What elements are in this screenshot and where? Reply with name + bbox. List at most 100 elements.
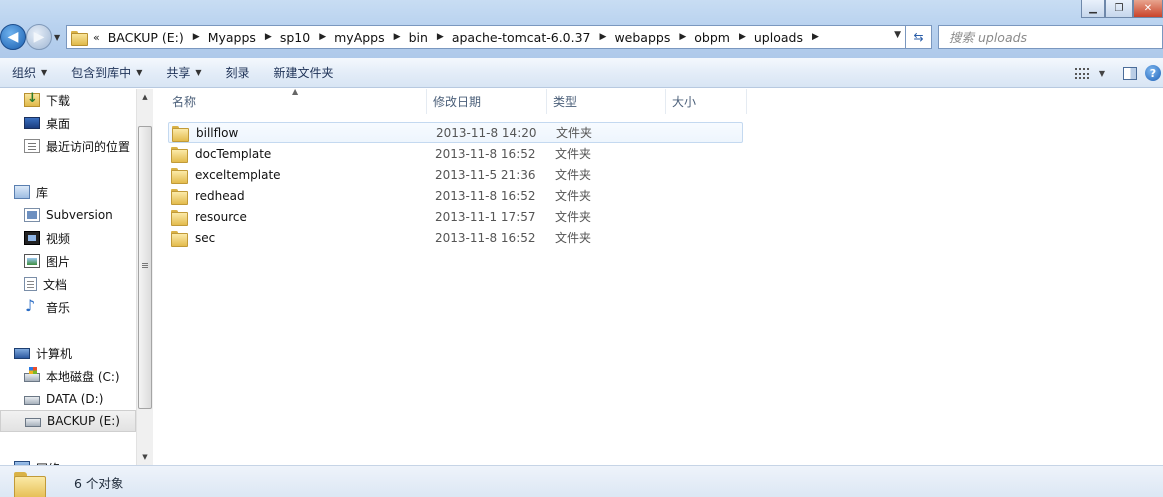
scroll-thumb[interactable]	[138, 126, 152, 409]
close-button[interactable]: ✕	[1133, 0, 1163, 18]
status-bar: 6 个对象	[0, 465, 1163, 497]
file-type: 文件夹	[555, 147, 592, 161]
folder-icon	[171, 146, 188, 163]
preview-pane-button[interactable]	[1117, 62, 1143, 84]
drive-icon	[24, 396, 40, 405]
breadcrumb-item[interactable]: sp10	[280, 30, 310, 45]
refresh-button[interactable]: ⇆	[906, 25, 932, 49]
navigation-pane: 下载 桌面 最近访问的位置 库 Subversion 视频 图片 文档 音乐 计…	[0, 89, 153, 465]
chevron-right-icon[interactable]: ▶	[193, 32, 200, 42]
scroll-down-button[interactable]: ▼	[137, 449, 153, 465]
maximize-button[interactable]: ❐	[1105, 0, 1133, 18]
breadcrumb-item[interactable]: uploads	[754, 30, 803, 45]
address-history-dropdown[interactable]: ▼	[894, 30, 901, 40]
pictures-icon	[24, 254, 40, 268]
view-details-icon	[1075, 67, 1089, 79]
help-button[interactable]: ?	[1143, 62, 1163, 84]
column-headers: ▲ 名称 修改日期 类型 大小	[154, 87, 747, 114]
column-header-type[interactable]: 类型	[547, 89, 666, 114]
nav-item-downloads[interactable]: 下载	[0, 89, 136, 111]
breadcrumb-item[interactable]: obpm	[694, 30, 730, 45]
minimize-button[interactable]: ▁	[1081, 0, 1105, 18]
breadcrumb-item[interactable]: webapps	[614, 30, 670, 45]
chevron-right-icon[interactable]: ▶	[437, 32, 444, 42]
subversion-icon	[24, 208, 40, 222]
burn-button[interactable]: 刻录	[214, 58, 262, 87]
nav-item-libraries[interactable]: 库	[0, 181, 136, 203]
folder-icon	[14, 472, 46, 497]
nav-item-videos[interactable]: 视频	[0, 227, 136, 249]
breadcrumb-item[interactable]: myApps	[334, 30, 385, 45]
chevron-right-icon[interactable]: ▶	[812, 32, 819, 42]
toolbar-right-group: ▼ ?	[1069, 58, 1163, 88]
nav-item-drive-c[interactable]: 本地磁盘 (C:)	[0, 365, 136, 387]
organize-label: 组织	[12, 66, 37, 80]
breadcrumb-item[interactable]: BACKUP (E:)	[108, 30, 184, 45]
column-header-label: 大小	[672, 95, 697, 109]
change-view-button[interactable]	[1069, 62, 1095, 84]
nav-item-documents[interactable]: 文档	[0, 273, 136, 295]
nav-item-network[interactable]: 网络	[0, 457, 136, 465]
back-button[interactable]: ◀	[0, 24, 26, 50]
chevron-right-icon[interactable]: ▶	[679, 32, 686, 42]
nav-item-music[interactable]: 音乐	[0, 296, 136, 318]
file-modified: 2013-11-8 16:52	[435, 230, 536, 245]
grip-icon	[142, 263, 148, 264]
include-in-library-menu[interactable]: 包含到库中 ▼	[59, 58, 154, 87]
breadcrumb-item[interactable]: apache-tomcat-6.0.37	[452, 30, 591, 45]
share-menu[interactable]: 共享 ▼	[154, 58, 213, 87]
breadcrumb-item[interactable]: Myapps	[208, 30, 256, 45]
file-row[interactable]: redhead 2013-11-8 16:52 文件夹	[168, 185, 743, 206]
nav-item-desktop[interactable]: 桌面	[0, 112, 136, 134]
organize-menu[interactable]: 组织 ▼	[0, 58, 59, 87]
file-type: 文件夹	[555, 231, 592, 245]
nav-item-drive-d[interactable]: DATA (D:)	[0, 388, 136, 410]
refresh-icon: ⇆	[913, 30, 924, 44]
nav-item-pictures[interactable]: 图片	[0, 250, 136, 272]
file-row[interactable]: exceltemplate 2013-11-5 21:36 文件夹	[168, 164, 743, 185]
folder-icon	[171, 230, 188, 247]
nav-item-label: 本地磁盘 (C:)	[46, 369, 120, 384]
chevron-right-icon[interactable]: ▶	[265, 32, 272, 42]
search-box[interactable]	[938, 25, 1163, 49]
address-bar[interactable]: « BACKUP (E:) ▶ Myapps ▶ sp10 ▶ myApps ▶ bin…	[66, 25, 906, 49]
folder-icon	[171, 167, 188, 184]
file-type: 文件夹	[556, 126, 593, 140]
nav-item-recent-places[interactable]: 最近访问的位置	[0, 135, 136, 157]
view-options-dropdown[interactable]: ▼	[1095, 62, 1109, 84]
file-row[interactable]: sec 2013-11-8 16:52 文件夹	[168, 227, 743, 248]
share-label: 共享	[166, 66, 191, 80]
file-row[interactable]: docTemplate 2013-11-8 16:52 文件夹	[168, 143, 743, 164]
computer-icon	[14, 347, 30, 359]
nav-scrollbar[interactable]: ▲ ▼	[136, 89, 153, 465]
file-name: billflow	[196, 125, 239, 140]
forward-button[interactable]: ▶	[26, 24, 52, 50]
column-header-modified[interactable]: 修改日期	[427, 89, 547, 114]
file-name: resource	[195, 209, 247, 224]
search-input[interactable]	[939, 29, 1162, 45]
file-name: redhead	[195, 188, 245, 203]
chevron-right-icon[interactable]: ▶	[394, 32, 401, 42]
breadcrumb-overflow-chevron[interactable]: «	[93, 31, 100, 44]
title-bar: ▁ ❐ ✕ ◀ ▶ ▼ « BACKUP (E:) ▶ Myapps ▶ sp10 ▶…	[0, 0, 1163, 58]
nav-item-drive-e[interactable]: BACKUP (E:)	[0, 410, 136, 432]
scroll-up-button[interactable]: ▲	[137, 89, 153, 105]
column-header-name[interactable]: ▲ 名称	[154, 87, 427, 114]
recent-pages-dropdown[interactable]: ▼	[54, 33, 60, 42]
new-folder-button[interactable]: 新建文件夹	[262, 58, 346, 87]
file-row[interactable]: resource 2013-11-1 17:57 文件夹	[168, 206, 743, 227]
chevron-right-icon[interactable]: ▶	[739, 32, 746, 42]
nav-item-computer[interactable]: 计算机	[0, 342, 136, 364]
nav-item-label: 最近访问的位置	[46, 139, 131, 154]
column-header-size[interactable]: 大小	[666, 89, 747, 114]
burn-label: 刻录	[225, 66, 250, 80]
chevron-right-icon[interactable]: ▶	[319, 32, 326, 42]
chevron-right-icon[interactable]: ▶	[600, 32, 607, 42]
breadcrumb-item[interactable]: bin	[409, 30, 428, 45]
file-row[interactable]: billflow 2013-11-8 14:20 文件夹	[168, 122, 743, 143]
caret-down-icon: ▼	[1098, 68, 1106, 78]
caret-down-icon: ▼	[195, 68, 202, 77]
item-count: 6 个对象	[74, 476, 124, 491]
column-header-label: 名称	[172, 95, 197, 109]
nav-item-subversion[interactable]: Subversion	[0, 204, 136, 226]
